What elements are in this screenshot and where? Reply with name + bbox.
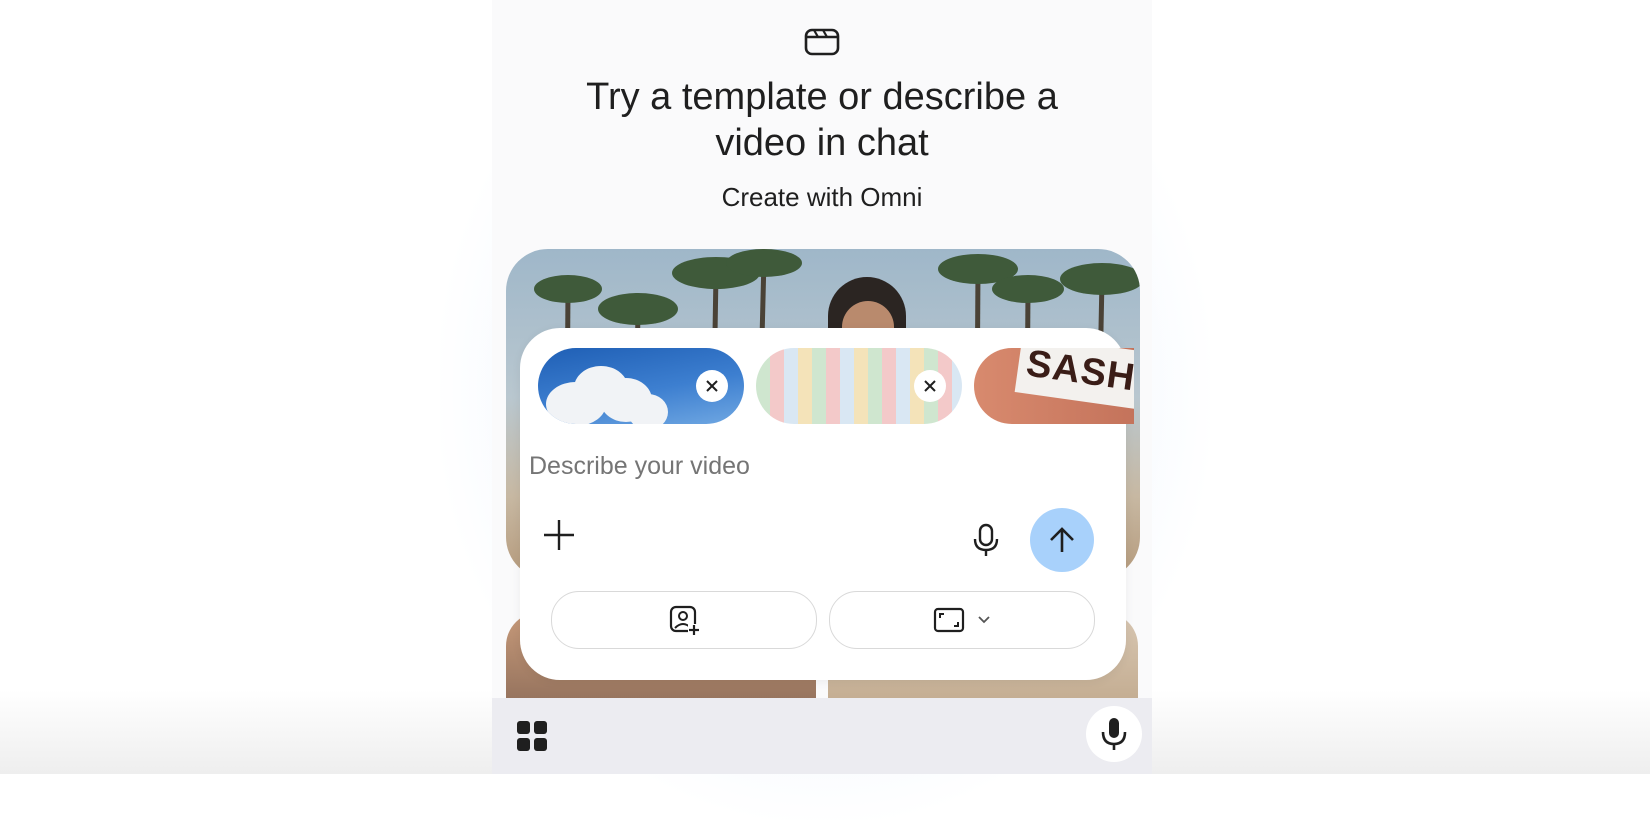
prompt-input[interactable]	[529, 452, 969, 481]
attachment-sky[interactable]	[538, 348, 744, 424]
assistant-voice-button[interactable]	[1086, 706, 1142, 762]
add-button[interactable]	[536, 512, 582, 558]
clapperboard-icon	[804, 28, 840, 56]
chevron-down-icon	[978, 616, 990, 624]
page-title: Try a template or describe a video in ch…	[586, 76, 1058, 164]
microphone-icon	[973, 523, 999, 556]
arrow-up-icon	[1050, 527, 1074, 552]
aspect-ratio-icon	[933, 607, 965, 633]
remove-attachment-button[interactable]	[914, 370, 946, 402]
page-subtitle: Create with Omni	[721, 182, 923, 212]
remove-attachment-button[interactable]	[696, 370, 728, 402]
attachment-street[interactable]	[756, 348, 962, 424]
send-button[interactable]	[1030, 508, 1094, 572]
plus-icon	[544, 520, 574, 550]
grid-icon[interactable]	[514, 718, 550, 754]
close-icon	[706, 380, 718, 392]
bottom-bar	[492, 698, 1152, 774]
close-icon	[924, 380, 936, 392]
voice-input-button[interactable]	[962, 516, 1010, 564]
add-image-button[interactable]	[551, 591, 817, 649]
aspect-ratio-dropdown[interactable]	[829, 591, 1095, 649]
add-photo-icon	[669, 605, 700, 636]
microphone-icon	[1101, 718, 1127, 750]
attachment-sash[interactable]: SASH	[974, 348, 1134, 424]
app-screen: Try a template or describe a video in ch…	[492, 0, 1152, 774]
